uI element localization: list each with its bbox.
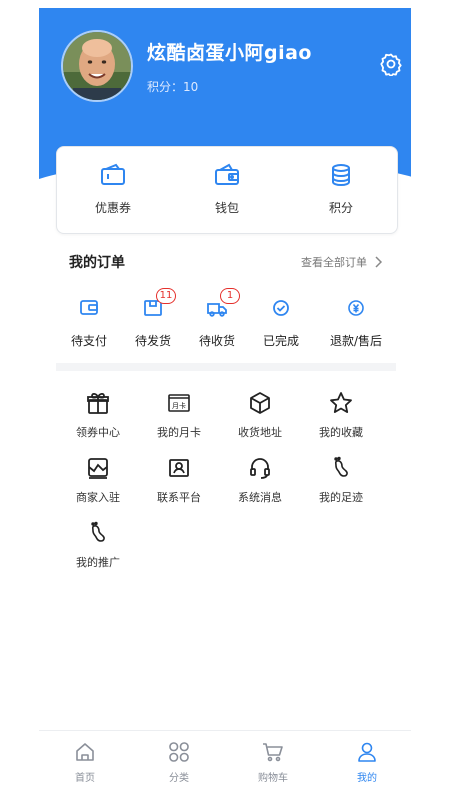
chevron-right-icon[interactable] xyxy=(373,254,383,268)
merchant-icon xyxy=(85,455,111,481)
service-my-promotion[interactable]: 我的推广 xyxy=(57,520,139,570)
service-footprints[interactable]: 我的足迹 xyxy=(300,455,382,505)
profile-screen: 炫酷卤蛋小阿giao 积分：10 优惠券 钱包 积分 我的订单 查看全部订单 待… xyxy=(39,8,411,800)
order-label: 退款/售后 xyxy=(329,334,383,348)
username: 炫酷卤蛋小阿giao xyxy=(147,42,312,64)
view-all-orders-link[interactable]: 查看全部订单 xyxy=(301,254,367,270)
wallet-item-label: 钱包 xyxy=(214,201,239,215)
avatar[interactable] xyxy=(61,30,133,102)
wallet-card: 优惠券 钱包 积分 xyxy=(56,146,398,234)
service-label: 我的推广 xyxy=(76,556,120,569)
wallet-item-label: 优惠券 xyxy=(94,201,131,215)
pending-payment-icon xyxy=(76,296,102,320)
order-refund[interactable]: 退款/售后 xyxy=(321,296,391,349)
svg-text:月卡: 月卡 xyxy=(172,401,186,410)
to-receive-icon: 1 xyxy=(204,288,240,320)
wallet-item-label: 积分 xyxy=(328,201,353,215)
service-label: 收货地址 xyxy=(238,426,282,439)
service-contact-platform[interactable]: 联系平台 xyxy=(138,455,220,505)
tab-mine[interactable]: 我的 xyxy=(337,741,397,784)
service-coupon-center[interactable]: 领券中心 xyxy=(57,390,139,440)
section-divider xyxy=(56,363,396,371)
wallet-item-wallet[interactable]: 钱包 xyxy=(187,161,267,216)
tab-label: 首页 xyxy=(75,773,95,784)
order-to-ship[interactable]: 11 待发货 xyxy=(123,288,183,349)
promotion-icon xyxy=(85,520,111,546)
wallet-item-points[interactable]: 积分 xyxy=(301,161,381,216)
user-icon xyxy=(356,741,378,763)
bottom-tab-bar: 首页 分类 购物车 我的 xyxy=(39,730,411,800)
service-label: 我的月卡 xyxy=(157,426,201,439)
to-receive-badge: 1 xyxy=(220,288,240,304)
box-icon xyxy=(247,390,273,416)
order-completed[interactable]: 已完成 xyxy=(251,296,311,349)
orders-title: 我的订单 xyxy=(69,255,125,271)
order-label: 待收货 xyxy=(198,334,235,348)
to-ship-badge: 11 xyxy=(156,288,176,304)
tab-home[interactable]: 首页 xyxy=(55,741,115,784)
monthly-card-icon: 月卡 xyxy=(166,390,192,416)
footprint-icon xyxy=(328,455,354,481)
service-label: 系统消息 xyxy=(238,491,282,504)
coupon-icon xyxy=(99,161,127,189)
service-favorites[interactable]: 我的收藏 xyxy=(300,390,382,440)
tab-category[interactable]: 分类 xyxy=(149,741,209,784)
completed-icon xyxy=(268,296,294,320)
gift-icon xyxy=(85,390,111,416)
order-label: 已完成 xyxy=(262,334,299,348)
tab-label: 分类 xyxy=(169,773,189,784)
points-stack-icon xyxy=(327,161,355,189)
tab-cart[interactable]: 购物车 xyxy=(243,741,303,784)
service-monthly-card[interactable]: 月卡 我的月卡 xyxy=(138,390,220,440)
cart-icon xyxy=(262,741,284,763)
service-label: 我的足迹 xyxy=(319,491,363,504)
star-icon xyxy=(328,390,354,416)
contact-card-icon xyxy=(166,455,192,481)
headset-icon xyxy=(247,455,273,481)
service-shipping-address[interactable]: 收货地址 xyxy=(219,390,301,440)
home-icon xyxy=(74,741,96,763)
to-ship-icon: 11 xyxy=(140,288,176,320)
tab-label: 购物车 xyxy=(258,773,288,784)
service-label: 联系平台 xyxy=(157,491,201,504)
category-icon xyxy=(168,741,190,763)
order-label: 待支付 xyxy=(70,334,107,348)
order-to-receive[interactable]: 1 待收货 xyxy=(187,288,247,349)
order-pending-payment[interactable]: 待支付 xyxy=(59,296,119,349)
gear-icon[interactable] xyxy=(379,52,403,78)
service-label: 领券中心 xyxy=(76,426,120,439)
refund-icon xyxy=(343,296,369,320)
tab-label: 我的 xyxy=(357,773,377,784)
service-label: 我的收藏 xyxy=(319,426,363,439)
wallet-icon xyxy=(213,161,241,189)
service-system-messages[interactable]: 系统消息 xyxy=(219,455,301,505)
order-label: 待发货 xyxy=(134,334,171,348)
service-label: 商家入驻 xyxy=(76,491,120,504)
wallet-item-coupon[interactable]: 优惠券 xyxy=(73,161,153,216)
service-merchant-join[interactable]: 商家入驻 xyxy=(57,455,139,505)
points-label: 积分：10 xyxy=(147,80,199,94)
